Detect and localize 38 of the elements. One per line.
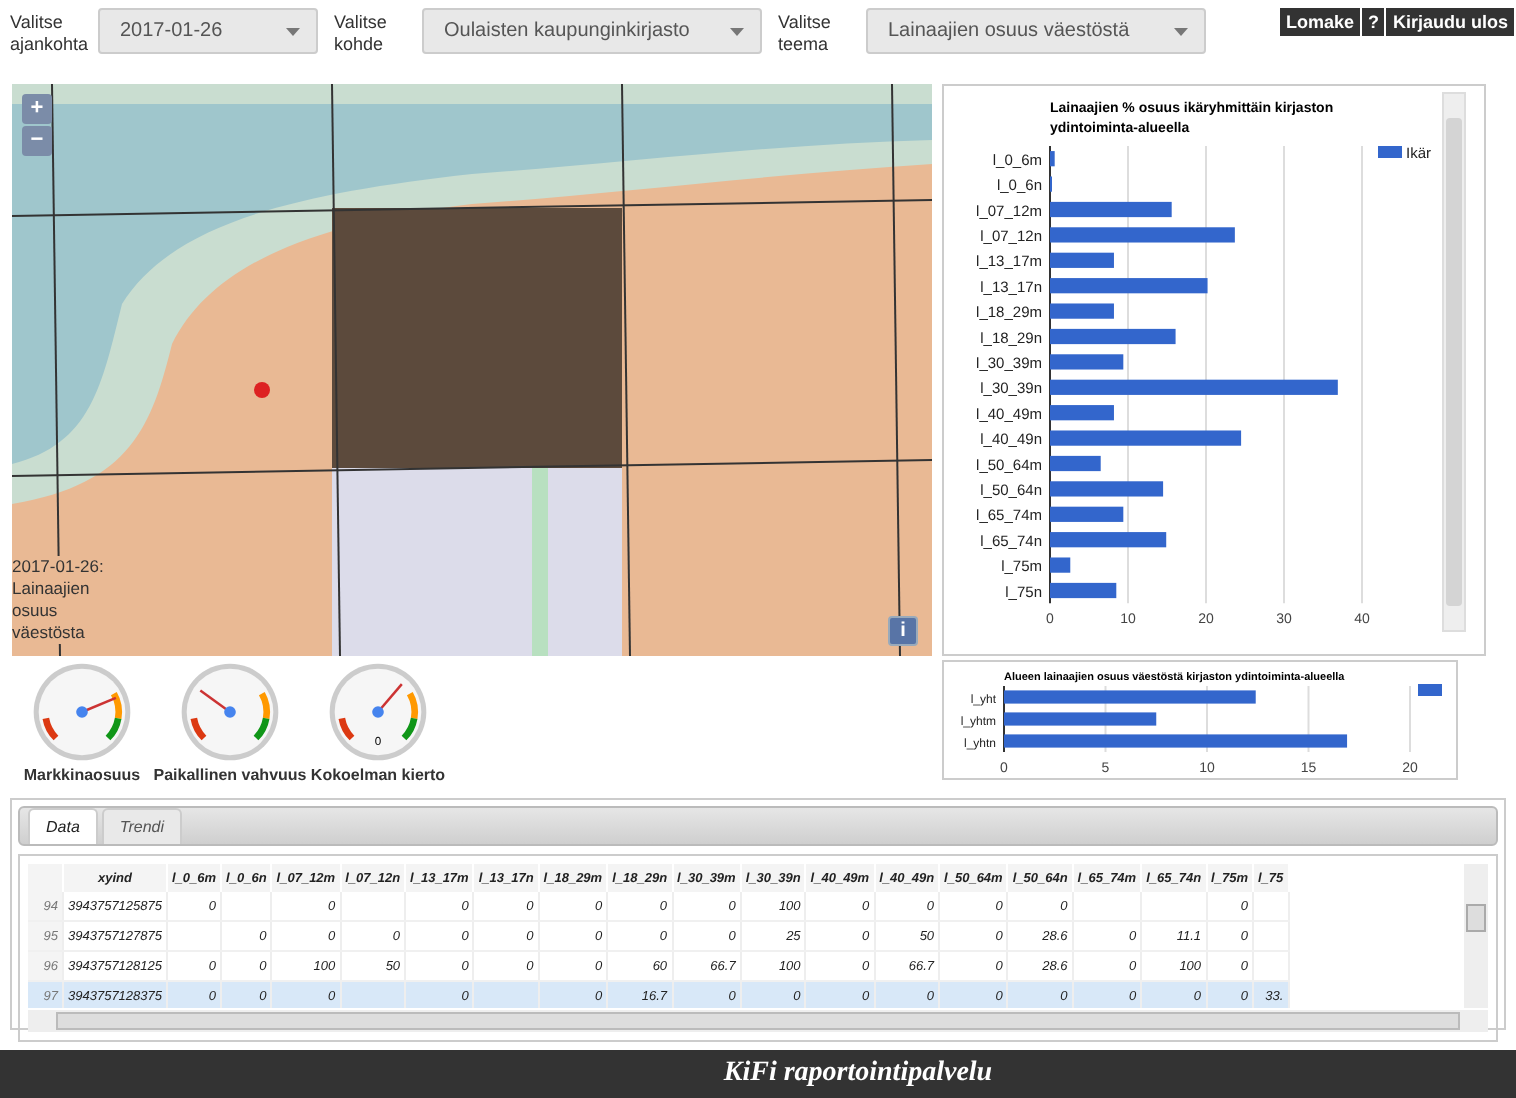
scrollbar[interactable]: [28, 1010, 1488, 1032]
header-button[interactable]: Lomake: [1279, 8, 1360, 36]
bar: [1050, 303, 1114, 319]
bar: [1050, 405, 1114, 421]
bar: [1050, 582, 1117, 599]
caret-icon: [286, 27, 300, 35]
bar: [1050, 557, 1071, 573]
scrollbar[interactable]: [1442, 92, 1466, 632]
bar: [1050, 506, 1124, 522]
caret-icon: [730, 27, 744, 35]
header-button[interactable]: Kirjaudu ulos: [1386, 8, 1514, 36]
caret-icon: [1174, 27, 1188, 35]
scrollbar[interactable]: [1464, 864, 1488, 1008]
bar: [1050, 354, 1124, 370]
bar: [1050, 481, 1164, 497]
bar: [1050, 455, 1101, 472]
footer-title: KiFi raportointipalvelu: [723, 1058, 993, 1090]
tab[interactable]: Data: [28, 808, 98, 844]
info-button[interactable]: i: [888, 616, 918, 646]
header-button[interactable]: ?: [1361, 8, 1385, 36]
bar: [1050, 532, 1167, 548]
legend-swatch: [1378, 146, 1402, 158]
dropdown[interactable]: Lainaajien osuus väestöstä: [866, 8, 1206, 54]
bar: [1050, 201, 1172, 218]
gauge-label: Kokoelman kierto: [310, 766, 446, 784]
bar: [1050, 151, 1055, 167]
filter-label: Valitse teema: [778, 10, 833, 56]
filter-label: Valitse ajankohta: [10, 10, 86, 56]
dropdown[interactable]: 2017-01-26: [98, 8, 318, 54]
map-drawing[interactable]: [12, 84, 932, 656]
legend-swatch: [1418, 684, 1442, 696]
bar: [1050, 252, 1114, 268]
tab[interactable]: Trendi: [101, 808, 182, 844]
filter-label: Valitse kohde: [334, 10, 389, 56]
dropdown[interactable]: Oulaisten kaupunginkirjasto: [422, 8, 762, 54]
bar: [1050, 328, 1176, 345]
gauge-label: Paikallinen vahvuus: [153, 766, 307, 784]
gauge-label: Markkinaosuus: [23, 766, 141, 784]
